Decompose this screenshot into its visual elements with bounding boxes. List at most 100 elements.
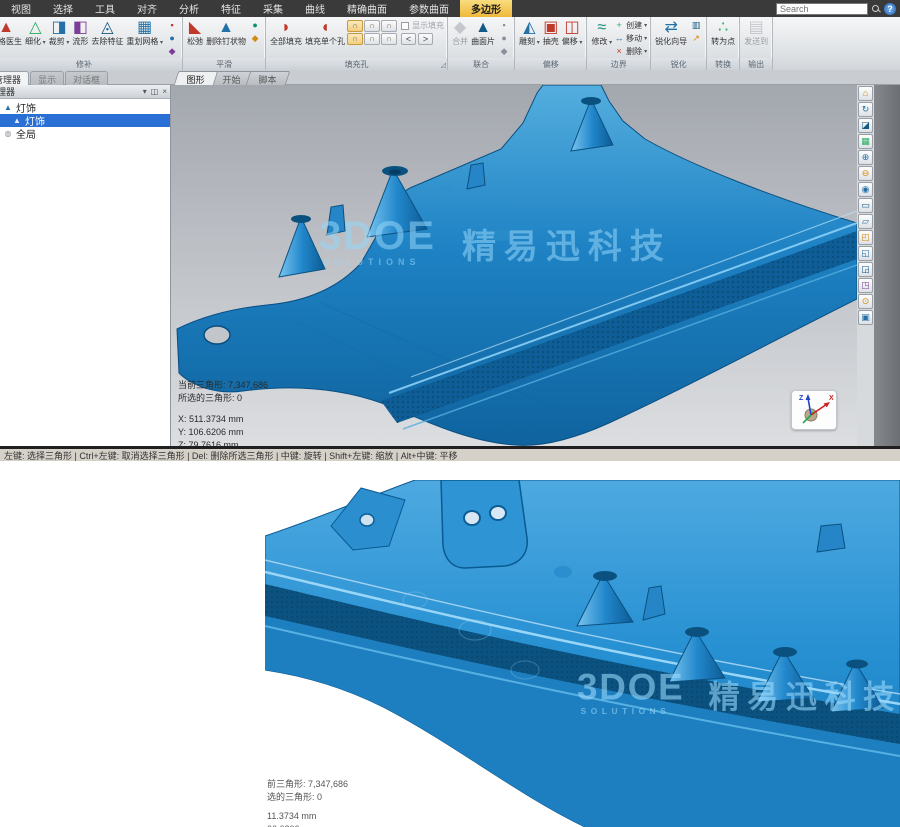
- zoomed-viewport[interactable]: 3DOE SOLUTIONS 精易迅科技 前三角形: 7,347,686 选的三…: [265, 480, 900, 827]
- menu-analysis[interactable]: 分析: [168, 0, 210, 17]
- menu-parametric-surface[interactable]: 参数曲面: [398, 0, 460, 17]
- delete-boundary-button[interactable]: × 删除: [614, 45, 647, 57]
- menu-curves[interactable]: 曲线: [294, 0, 336, 17]
- search-input[interactable]: [776, 3, 868, 15]
- fill-mode-tangent-toggle[interactable]: ∩: [364, 20, 380, 32]
- main-3d-viewport[interactable]: 3DOE SOLUTIONS 精易迅科技 当前三角形: 7,347,686 所选…: [171, 85, 857, 446]
- remesh-button[interactable]: ▦ 重划网格: [125, 18, 164, 48]
- menu-select[interactable]: 选择: [42, 0, 84, 17]
- view-toolbar: ⌂ ↻ ◪ ▦ ⊕ ⊖ ◉ ▭ ▱ ◰ ◱ ◲ ◳ ⊙ ▣: [857, 85, 874, 446]
- manifold-button[interactable]: ◧ 流形: [71, 18, 89, 46]
- fill-type-partial-toggle[interactable]: ∩: [364, 33, 380, 45]
- surface-bump-1: [439, 186, 455, 196]
- menu-features[interactable]: 特征: [210, 0, 252, 17]
- bracket-hole-right: [490, 506, 506, 520]
- combine-extra-icon-3[interactable]: ◆: [497, 45, 511, 57]
- convert-to-points-button[interactable]: ∴ 转为点: [710, 18, 736, 46]
- fill-all-button[interactable]: ◗ 全部填充: [269, 18, 303, 46]
- status-bar: 左键: 选择三角形 | Ctrl+左键: 取消选择三角形 | Del: 删除所选…: [0, 446, 900, 461]
- select-line-button[interactable]: ◲: [858, 262, 873, 277]
- shell-icon: ▣: [543, 18, 558, 37]
- relax-button[interactable]: ◣ 松弛: [186, 18, 204, 46]
- home-view-button[interactable]: ⌂: [858, 86, 873, 101]
- trim-button[interactable]: ◨ 裁剪: [48, 18, 71, 48]
- dialog-launcher-icon[interactable]: ◿: [441, 61, 446, 69]
- ribbon-group-boundary: ≈ 修改 + 创建 ↔ 移动 × 删除: [587, 17, 651, 70]
- select-lasso-button[interactable]: ◰: [858, 230, 873, 245]
- tab-dialog[interactable]: 对话框: [65, 71, 108, 85]
- zoomed-model-canvas[interactable]: [265, 480, 900, 827]
- select-custom-button[interactable]: ◳: [858, 278, 873, 293]
- tree-item-global[interactable]: ◍ 全局: [0, 127, 170, 140]
- repair-extra-icon-1[interactable]: ▪: [165, 19, 179, 31]
- mesh-doctor-button[interactable]: ▲ 网格医生: [0, 18, 23, 46]
- zoom-in-button[interactable]: ⊕: [858, 150, 873, 165]
- remove-spikes-button[interactable]: ▲ 删除钉状物: [205, 18, 247, 46]
- viewport-stats: 当前三角形: 7,347,686 所选的三角形: 0 X: 511.3734 m…: [178, 379, 268, 446]
- previous-hole-button[interactable]: <: [401, 33, 416, 45]
- fill-holes-side: 显示填充 < >: [398, 18, 444, 45]
- repair-extra-icon-3[interactable]: ◆: [165, 45, 179, 57]
- hole-nav: < >: [401, 33, 444, 45]
- fill-single-button[interactable]: ◖ 填充单个孔: [304, 18, 346, 46]
- sharpen-wizard-button[interactable]: ⇄ 锐化向导: [654, 18, 688, 46]
- mounting-tab-1: [327, 205, 345, 235]
- move-boundary-button[interactable]: ↔ 移动: [614, 32, 647, 44]
- right-side-strip: [874, 85, 900, 446]
- repair-extra-icon-2[interactable]: ●: [165, 32, 179, 44]
- fill-type-complete-toggle[interactable]: ∩: [347, 33, 363, 45]
- menu-align[interactable]: 对齐: [126, 0, 168, 17]
- ribbon: ▲ 网格医生 △ 细化 ◨ 裁剪 ◧ 流形 ◬ 去除特征: [0, 17, 900, 70]
- sharpen-extra-icon-1[interactable]: ▥: [689, 19, 703, 31]
- next-hole-button[interactable]: >: [418, 33, 433, 45]
- deselect-all-button[interactable]: ▣: [858, 310, 873, 325]
- select-polygon-button[interactable]: ▱: [858, 214, 873, 229]
- menu-polygons-active[interactable]: 多边形: [460, 0, 512, 17]
- send-to-button[interactable]: ▤ 发送到: [743, 18, 769, 46]
- menu-tools[interactable]: 工具: [84, 0, 126, 17]
- panel-close-icon[interactable]: ×: [162, 87, 167, 96]
- panel-dropdown-icon[interactable]: ▾: [143, 87, 147, 96]
- select-rectangle-button[interactable]: ▭: [858, 198, 873, 213]
- tab-display[interactable]: 显示: [30, 71, 64, 85]
- sculpt-button[interactable]: ◭ 雕刻: [518, 18, 541, 48]
- axis-z-label: Z: [799, 395, 804, 402]
- tab-graphics[interactable]: 图形: [174, 71, 219, 85]
- menu-view[interactable]: 视图: [0, 0, 42, 17]
- select-paint-button[interactable]: ◱: [858, 246, 873, 261]
- show-fill-checkbox[interactable]: [401, 22, 409, 30]
- menu-capture[interactable]: 采集: [252, 0, 294, 17]
- fill-mode-curvature-toggle[interactable]: ∩: [347, 20, 363, 32]
- combine-extra-icon-2[interactable]: ●: [497, 32, 511, 44]
- grid-view-button[interactable]: ▦: [858, 134, 873, 149]
- panel-pin-icon[interactable]: ◫: [151, 87, 159, 96]
- smooth-extra-icon-1[interactable]: ●: [248, 19, 262, 31]
- globe-icon: ◍: [3, 129, 13, 138]
- create-boundary-button[interactable]: + 创建: [614, 19, 647, 31]
- zoom-out-button[interactable]: ⊖: [858, 166, 873, 181]
- axis-triad[interactable]: Z X: [791, 390, 837, 430]
- offset-button[interactable]: ◫ 偏移: [561, 18, 584, 48]
- tab-model-manager[interactable]: 模型管理器: [0, 71, 29, 85]
- tab-script[interactable]: 脚本: [246, 71, 291, 85]
- help-button[interactable]: ?: [884, 3, 896, 15]
- surface-patch-button[interactable]: ▲ 曲面片: [470, 18, 496, 46]
- fill-mode-flat-toggle[interactable]: ∩: [381, 20, 397, 32]
- model-canvas[interactable]: [171, 85, 857, 446]
- fit-view-button[interactable]: ◪: [858, 118, 873, 133]
- sharpen-extra-icon-2[interactable]: ↗: [689, 32, 703, 44]
- rotate-view-button[interactable]: ↻: [858, 102, 873, 117]
- combine-extra-icon-1[interactable]: ▪: [497, 19, 511, 31]
- fill-type-bridge-toggle[interactable]: ∩: [381, 33, 397, 45]
- surface-patch-icon: ▲: [475, 18, 491, 37]
- modify-boundary-button[interactable]: ≈ 修改: [590, 18, 613, 48]
- select-through-button[interactable]: ⊙: [858, 294, 873, 309]
- search-icon[interactable]: [871, 4, 881, 14]
- smooth-extra-icon-2[interactable]: ◆: [248, 32, 262, 44]
- zoom-window-button[interactable]: ◉: [858, 182, 873, 197]
- defeature-button[interactable]: ◬ 去除特征: [90, 18, 124, 46]
- shell-button[interactable]: ▣ 抽壳: [542, 18, 560, 46]
- menu-exact-surface[interactable]: 精确曲面: [336, 0, 398, 17]
- refine-button[interactable]: △ 细化: [24, 18, 47, 48]
- merge-button[interactable]: ◆ 合并: [451, 18, 469, 46]
